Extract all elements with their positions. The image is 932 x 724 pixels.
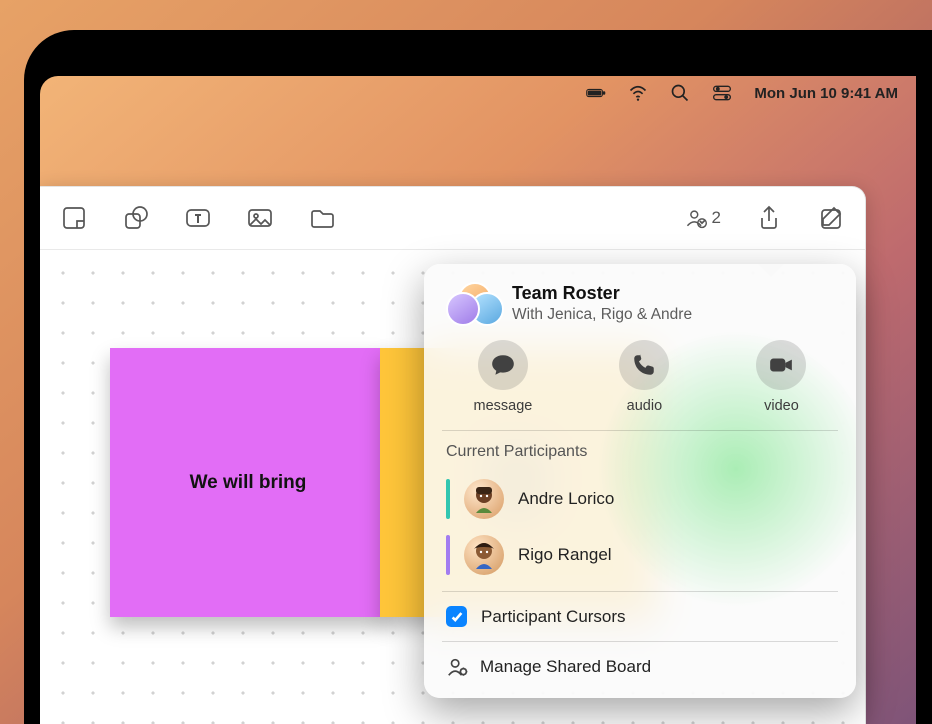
popover-header: Team Roster With Jenica, Rigo & Andre: [424, 282, 856, 340]
participant-row[interactable]: Andre Lorico: [424, 471, 856, 527]
media-tool-icon[interactable]: [246, 204, 274, 232]
desktop-background: Mon Jun 10 9:41 AM: [0, 0, 932, 724]
video-icon: [756, 340, 806, 390]
text-tool-icon[interactable]: [184, 204, 212, 232]
checkbox-checked-icon: [446, 606, 467, 627]
manage-shared-board-button[interactable]: Manage Shared Board: [424, 642, 856, 692]
battery-icon[interactable]: [586, 83, 606, 103]
popover-title: Team Roster: [512, 283, 692, 304]
video-button[interactable]: video: [756, 340, 806, 414]
popover-actions: message audio video: [424, 340, 856, 430]
menu-bar: Mon Jun 10 9:41 AM: [40, 76, 916, 110]
collaboration-popover: Team Roster With Jenica, Rigo & Andre me…: [424, 264, 856, 698]
file-tool-icon[interactable]: [308, 204, 336, 232]
sticky-note-violet[interactable]: We will bring: [110, 348, 386, 617]
participant-name: Andre Lorico: [518, 489, 614, 509]
participant-avatar: [464, 479, 504, 519]
group-avatar-stack: [446, 282, 498, 324]
collab-count-label: 2: [712, 208, 721, 228]
message-button[interactable]: message: [474, 340, 533, 414]
shapes-tool-icon[interactable]: [122, 204, 150, 232]
popover-subtitle: With Jenica, Rigo & Andre: [512, 306, 692, 324]
compose-icon[interactable]: [817, 204, 845, 232]
participant-row[interactable]: Rigo Rangel: [424, 527, 856, 583]
participant-name: Rigo Rangel: [518, 545, 612, 565]
person-gear-icon: [446, 656, 468, 678]
presence-color-bar: [446, 479, 450, 519]
sticky-text: We will bring: [190, 470, 307, 496]
laptop-bezel: Mon Jun 10 9:41 AM: [24, 30, 932, 724]
presence-color-bar: [446, 535, 450, 575]
wifi-icon[interactable]: [628, 83, 648, 103]
sticky-note-tool-icon[interactable]: [60, 204, 88, 232]
participants-section-title: Current Participants: [424, 431, 856, 471]
menu-datetime[interactable]: Mon Jun 10 9:41 AM: [754, 85, 898, 102]
collaborate-button[interactable]: 2: [684, 206, 721, 230]
phone-icon: [619, 340, 669, 390]
participant-cursors-toggle[interactable]: Participant Cursors: [424, 592, 856, 641]
spotlight-icon[interactable]: [670, 83, 690, 103]
participant-avatar: [464, 535, 504, 575]
screen: Mon Jun 10 9:41 AM: [40, 76, 916, 724]
control-center-icon[interactable]: [712, 83, 732, 103]
audio-button[interactable]: audio: [619, 340, 669, 414]
toolbar: 2: [40, 187, 865, 250]
message-icon: [478, 340, 528, 390]
share-icon[interactable]: [755, 204, 783, 232]
